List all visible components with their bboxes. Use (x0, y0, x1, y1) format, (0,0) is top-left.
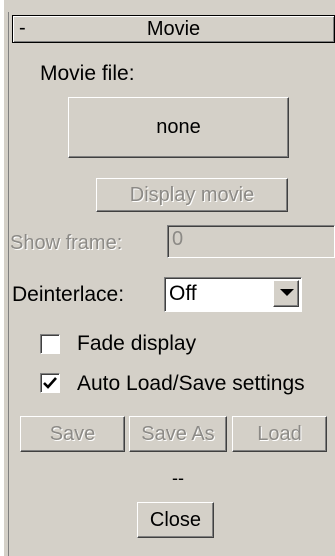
auto-load-save-label[interactable]: Auto Load/Save settings (77, 372, 305, 396)
movie-file-label: Movie file: (40, 62, 135, 85)
deinterlace-dropdown[interactable]: Off (164, 277, 302, 312)
load-button-label: Load (257, 423, 302, 445)
chevron-down-icon[interactable] (273, 280, 299, 307)
save-button[interactable]: Save (20, 416, 125, 452)
close-button-label: Close (149, 509, 202, 531)
movie-file-button[interactable]: none (68, 97, 289, 158)
save-button-label: Save (49, 423, 96, 445)
rollout-title: Movie (146, 18, 201, 40)
show-frame-label: Show frame: (10, 232, 123, 254)
display-movie-button-label: Display movie (129, 184, 255, 206)
deinterlace-label: Deinterlace: (12, 283, 125, 306)
deinterlace-selected-value: Off (169, 282, 197, 305)
display-movie-button[interactable]: Display movie (96, 178, 288, 212)
auto-load-save-checkbox[interactable] (40, 373, 60, 393)
save-as-button[interactable]: Save As (129, 416, 227, 452)
show-frame-field[interactable]: 0 (167, 225, 335, 258)
close-button[interactable]: Close (137, 502, 214, 538)
show-frame-value: 0 (172, 228, 184, 250)
panel-left-edge (0, 0, 4, 556)
checkmark-icon (43, 377, 57, 389)
status-text: -- (172, 468, 184, 488)
fade-display-label[interactable]: Fade display (77, 332, 196, 356)
load-button[interactable]: Load (232, 416, 327, 452)
arrow-down-glyph (280, 289, 294, 296)
save-as-button-label: Save As (141, 423, 215, 445)
movie-file-button-label: none (156, 116, 201, 138)
rollout-header[interactable]: - Movie (12, 15, 335, 43)
fade-display-checkbox[interactable] (40, 334, 60, 354)
movie-rollout-panel: - Movie Movie file: none Display movie S… (0, 0, 335, 556)
